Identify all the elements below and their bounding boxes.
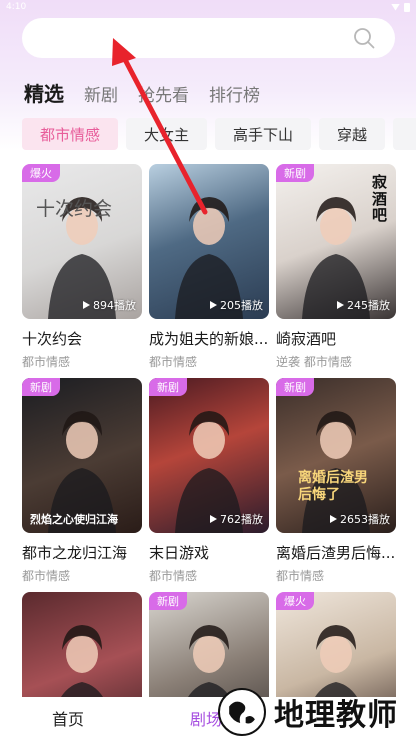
status-badge: 新剧 [276,378,314,396]
drama-poster[interactable]: 新剧寂酒吧 245播放 [276,164,396,319]
poster-figure-icon [48,197,116,319]
poster-figure-icon [302,411,370,533]
drama-genre-tag: 逆袭 都市情感 [276,355,352,369]
play-count-text: 2653播放 [340,513,390,526]
play-icon [210,515,217,523]
status-badge: 爆火 [22,164,60,182]
poster-title-text: 十次约会 [36,198,113,220]
drama-card[interactable]: 新剧寂酒吧 245播放崎寂酒吧逆袭 都市情感 [276,164,396,370]
category-tabs: 精选 新剧 抢先看 排行榜 [24,78,280,107]
wifi-icon [391,3,400,11]
status-icons [391,2,410,12]
drama-card[interactable]: 新剧烈焰之心使归江海都市之龙归江海都市情感 [22,378,142,584]
status-badge: 新剧 [276,164,314,182]
drama-card[interactable]: 205播放成为姐夫的新娘... 都市情感 [149,164,269,370]
drama-title[interactable]: 末日游戏 [149,542,269,563]
nav-home[interactable]: 首页 [52,706,84,730]
status-badge: 新剧 [22,378,60,396]
drama-poster[interactable]: 新剧离婚后渣男后悔了 2653播放 [276,378,396,533]
globe-logo-icon [218,688,266,736]
drama-poster[interactable]: 205播放 [149,164,269,319]
play-count-text: 762播放 [220,513,263,526]
genre-chips: 都市情感 大女主 高手下山 穿越 [22,118,416,150]
chip-master[interactable]: 高手下山 [215,118,312,150]
status-badge: 新剧 [149,592,187,610]
drama-genre-tag: 都市情感 [276,569,325,583]
drama-title[interactable]: 都市之龙归江海 [22,542,142,563]
drama-genre-tag: 都市情感 [149,355,198,369]
watermark: 地理教师 [218,688,398,736]
drama-poster[interactable]: 新剧烈焰之心使归江海 [22,378,142,533]
play-icon [337,301,344,309]
play-count-text: 205播放 [220,299,263,312]
chip-heroine[interactable]: 大女主 [126,118,208,150]
tab-preview[interactable]: 抢先看 [138,81,189,106]
poster-figure-icon [175,411,243,533]
chip-urban-romance[interactable]: 都市情感 [22,118,119,150]
poster-figure-icon [48,411,116,533]
play-count: 894播放 [83,297,136,313]
drama-card[interactable]: 新剧 762播放末日游戏都市情感 [149,378,269,584]
drama-card[interactable]: 爆火 十次约会 894播放 十次约会 都市情感 [22,164,142,370]
drama-title[interactable]: 十次约会 [22,328,142,349]
tab-selected[interactable]: 精选 [24,78,64,107]
tab-ranking[interactable]: 排行榜 [209,81,260,106]
search-input[interactable] [22,18,395,58]
status-time: 4:10 [6,2,27,12]
chip-more[interactable] [393,118,416,150]
search-icon[interactable] [353,27,375,49]
drama-poster[interactable]: 爆火十次约会 894播放 [22,164,142,319]
play-count-text: 894播放 [93,299,136,312]
play-count: 762播放 [210,511,263,527]
chip-time-travel[interactable]: 穿越 [319,118,386,150]
status-badge: 新剧 [149,378,187,396]
drama-genre-tag: 都市情感 [22,355,71,369]
tab-new[interactable]: 新剧 [84,81,118,106]
play-icon [210,301,217,309]
drama-title[interactable]: 离婚后渣男后悔... [276,542,396,563]
poster-title-text: 离婚后渣男后悔了 [298,470,368,503]
drama-card[interactable]: 新剧离婚后渣男后悔了 2653播放离婚后渣男后悔... 都市情感 [276,378,396,584]
poster-title-text: 烈焰之心使归江海 [30,513,118,526]
battery-icon [404,2,410,12]
drama-genre-tag: 都市情感 [22,569,71,583]
play-count: 245播放 [337,297,390,313]
status-bar: 4:10 [0,0,416,14]
drama-genre-tag: 都市情感 [149,569,198,583]
drama-title[interactable]: 崎寂酒吧 [276,328,396,349]
poster-figure-icon [175,197,243,319]
play-count: 2653播放 [330,511,390,527]
status-badge: 爆火 [276,592,314,610]
poster-title-text: 寂酒吧 [372,173,388,224]
play-icon [330,515,337,523]
drama-poster[interactable]: 新剧 762播放 [149,378,269,533]
watermark-text: 地理教师 [274,698,398,733]
drama-title[interactable]: 成为姐夫的新娘... [149,328,269,349]
play-count: 205播放 [210,297,263,313]
play-icon [83,301,90,309]
play-count-text: 245播放 [347,299,390,312]
